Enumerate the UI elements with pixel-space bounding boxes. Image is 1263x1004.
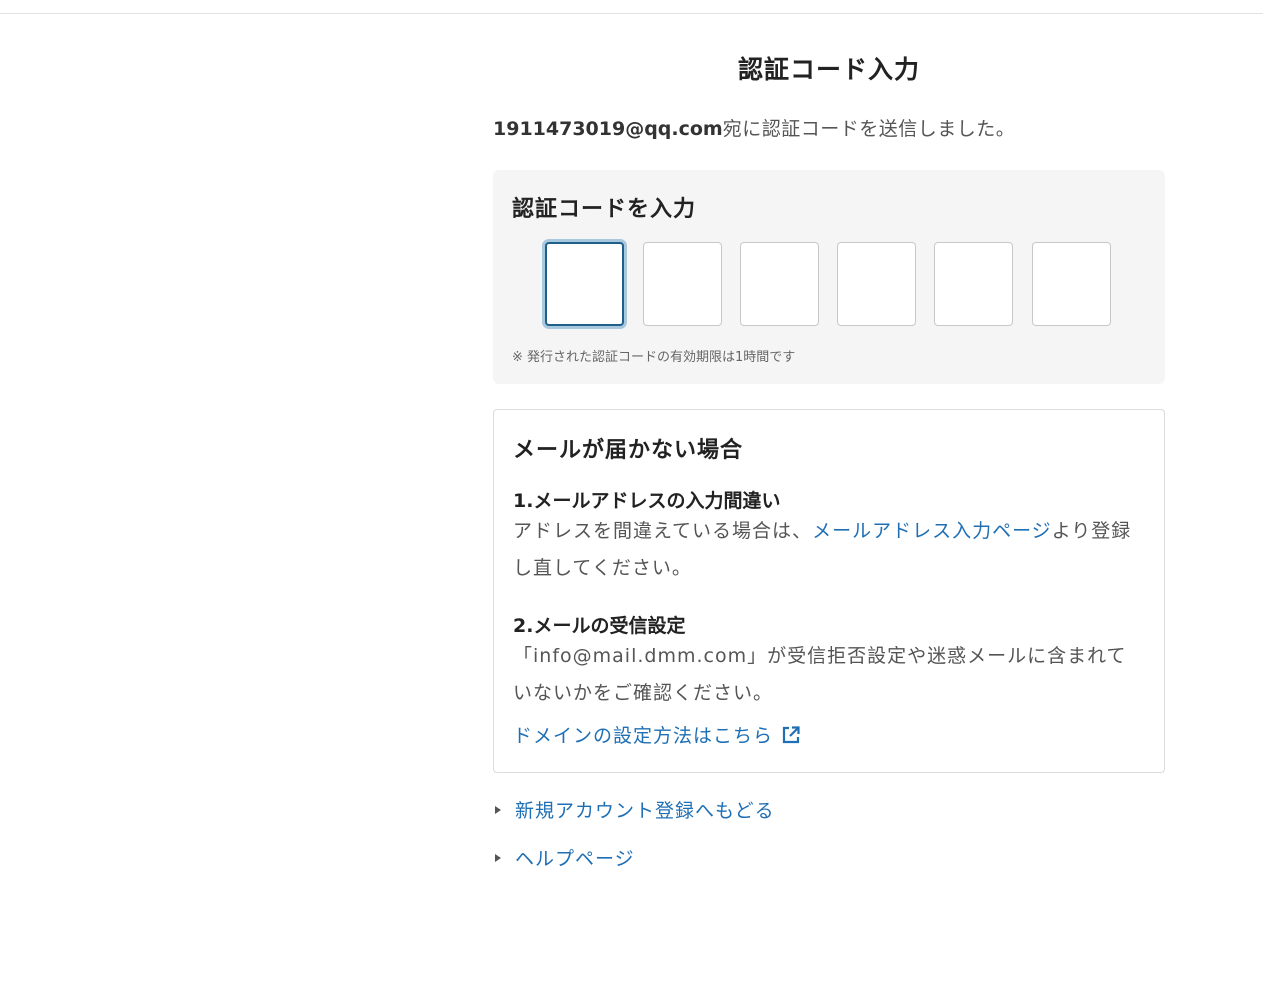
code-entry-title: 認証コードを入力	[512, 197, 697, 222]
code-digit-6[interactable]	[1032, 242, 1111, 326]
page-title: 認証コード入力	[737, 55, 920, 84]
help-page-label: ヘルプページ	[515, 848, 635, 870]
code-digit-4[interactable]	[837, 242, 916, 326]
code-input-group	[545, 241, 1115, 327]
help-item-1-text: アドレスを間違えている場合は、メールアドレス入力ページより登録し直してください。	[513, 513, 1143, 587]
email-input-page-link[interactable]: メールアドレス入力ページ	[812, 520, 1052, 542]
code-digit-5[interactable]	[934, 242, 1013, 326]
code-digit-3[interactable]	[740, 242, 819, 326]
code-expiry-note: ※ 発行された認証コードの有効期限は1時間です	[512, 350, 796, 365]
triangle-right-icon	[495, 805, 501, 814]
back-to-signup-link[interactable]: 新規アカウント登録へもどる	[493, 796, 775, 823]
code-entry-panel: 認証コードを入力 ※ 発行された認証コードの有効期限は1時間です	[493, 170, 1165, 384]
external-link-icon	[782, 725, 800, 743]
sent-message-suffix: 宛に認証コードを送信しました。	[722, 118, 1016, 140]
help-title: メールが届かない場合	[513, 438, 744, 463]
sent-message: 1911473019@qq.com宛に認証コードを送信しました。	[493, 114, 1015, 141]
top-divider	[0, 13, 1263, 14]
code-digit-1[interactable]	[545, 242, 624, 326]
triangle-right-icon	[495, 853, 501, 862]
recipient-email: 1911473019@qq.com	[493, 118, 723, 140]
back-to-signup-label: 新規アカウント登録へもどる	[515, 800, 775, 822]
help-page-link[interactable]: ヘルプページ	[493, 844, 635, 871]
help-item-1-text-before: アドレスを間違えている場合は、	[513, 520, 813, 542]
code-digit-2[interactable]	[643, 242, 722, 326]
domain-settings-link[interactable]: ドメインの設定方法はこちら	[513, 721, 801, 748]
email-not-received-panel: メールが届かない場合 1.メールアドレスの入力間違い アドレスを間違えている場合…	[493, 409, 1165, 773]
domain-settings-link-label: ドメインの設定方法はこちら	[513, 725, 774, 747]
help-item-2-text: 「info@mail.dmm.com」が受信拒否設定や迷惑メールに含まれていない…	[513, 645, 1127, 704]
help-item-2-heading: 2.メールの受信設定	[513, 615, 686, 637]
help-item-1-heading: 1.メールアドレスの入力間違い	[513, 490, 781, 512]
